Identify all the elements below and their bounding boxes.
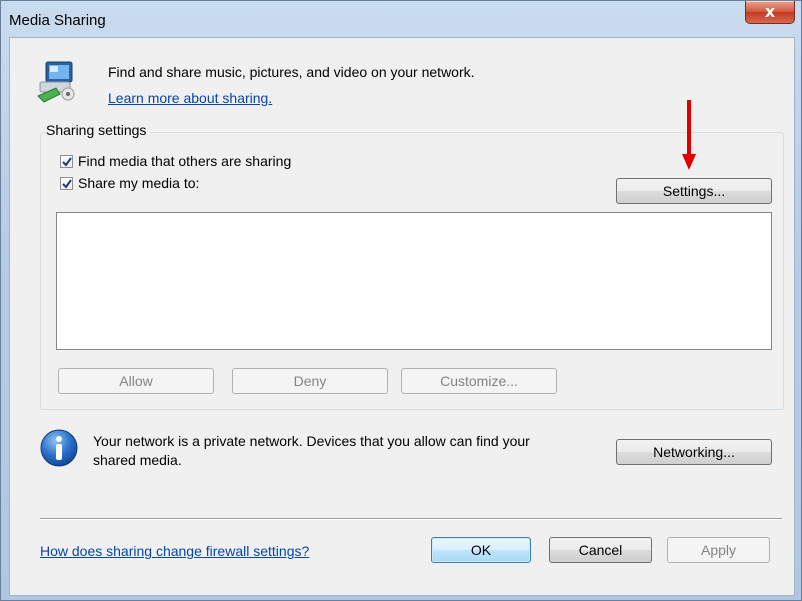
device-list[interactable] (56, 212, 772, 350)
title-bar[interactable]: Media Sharing x (1, 1, 801, 37)
share-media-checkbox-row[interactable]: Share my media to: (60, 175, 199, 191)
allow-button[interactable]: Allow (58, 368, 214, 394)
firewall-settings-link[interactable]: How does sharing change firewall setting… (40, 543, 309, 559)
close-icon: x (764, 2, 776, 21)
checkmark-icon (62, 156, 72, 167)
network-status-text: Your network is a private network. Devic… (93, 433, 530, 468)
media-sharing-icon (37, 61, 75, 103)
sharing-settings-label: Sharing settings (46, 122, 151, 138)
checkmark-icon (62, 178, 72, 189)
share-media-checkbox[interactable] (60, 176, 73, 190)
ok-button[interactable]: OK (431, 537, 531, 563)
share-media-label: Share my media to: (78, 175, 200, 191)
deny-button[interactable]: Deny (232, 368, 388, 394)
separator (40, 518, 782, 520)
window-title: Media Sharing (9, 12, 106, 29)
settings-button[interactable]: Settings... (616, 178, 772, 204)
find-media-checkbox[interactable] (60, 154, 73, 168)
networking-button[interactable]: Networking... (616, 439, 772, 465)
red-down-arrow-icon (682, 100, 696, 170)
cancel-button[interactable]: Cancel (549, 537, 652, 563)
info-icon (40, 429, 78, 467)
learn-more-link[interactable]: Learn more about sharing. (108, 90, 272, 106)
customize-button[interactable]: Customize... (401, 368, 557, 394)
intro-text: Find and share music, pictures, and vide… (108, 64, 475, 80)
apply-button[interactable]: Apply (667, 537, 770, 563)
find-media-label: Find media that others are sharing (78, 153, 292, 169)
find-media-checkbox-row[interactable]: Find media that others are sharing (60, 153, 291, 169)
close-button[interactable]: x (745, 1, 795, 24)
media-sharing-window: Media Sharing x Find and share music, pi… (0, 0, 802, 601)
dialog-client-area: Find and share music, pictures, and vide… (9, 37, 795, 596)
